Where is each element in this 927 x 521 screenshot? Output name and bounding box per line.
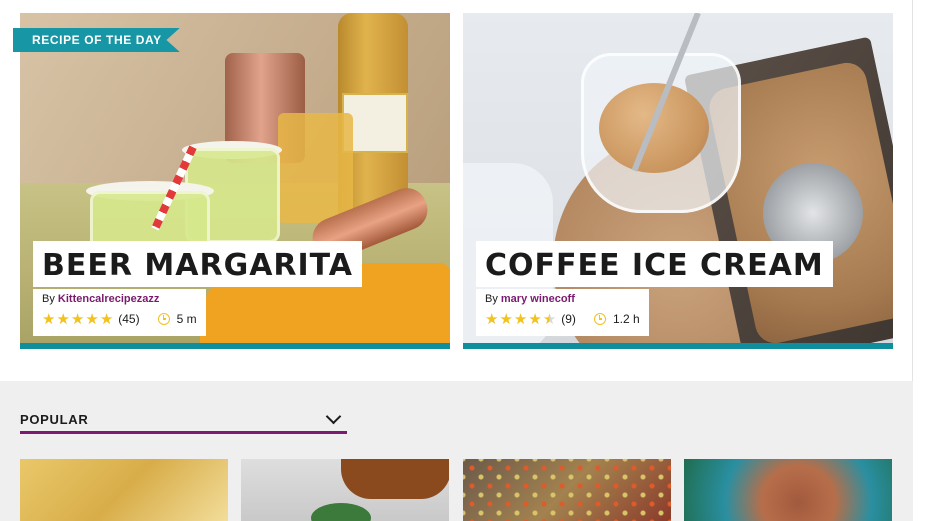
cook-time: 5 m [176,312,197,326]
author-link[interactable]: Kittencalrecipezazz [58,293,159,305]
card-accent-bar [20,343,450,349]
recipe-thumbnail[interactable] [684,459,892,521]
star-icon: ★ [56,311,70,328]
star-icon: ★ [85,311,99,328]
featured-recipe-card-beer-margarita[interactable]: BEER MARGARITA By Kittencalrecipezazz ★ … [20,13,450,349]
scrollbar-track[interactable] [912,0,927,521]
recipe-thumbnail[interactable] [241,459,449,521]
recipe-byline: By mary winecoff [485,291,640,308]
filter-label: POPULAR [20,412,89,427]
recipe-title-box[interactable]: BEER MARGARITA [33,241,363,287]
star-half-icon: ★ [542,311,557,328]
review-count: (45) [118,312,140,326]
star-icon: ★ [485,311,499,328]
recipe-thumbnail[interactable] [463,459,671,521]
card-accent-bar [463,343,893,349]
recipe-title-box[interactable]: COFFEE ICE CREAM [476,241,833,287]
clock-icon [157,313,170,325]
recipe-title[interactable]: BEER MARGARITA [42,247,353,285]
recipe-meta: By mary winecoff ★ ★ ★ ★ ★ (9) 1.2 h [476,289,649,336]
by-prefix: By [42,293,55,305]
star-icon: ★ [70,311,85,328]
star-icon: ★ [499,311,513,328]
recipe-byline: By Kittencalrecipezazz [42,291,197,308]
recipe-title[interactable]: COFFEE ICE CREAM [485,247,824,285]
star-rating: ★ ★ ★ ★ ★ [42,310,113,328]
recipe-stats: ★ ★ ★ ★ ★ (45) 5 m [42,308,197,330]
star-icon: ★ [513,311,528,328]
popular-filter-dropdown[interactable]: POPULAR [20,408,347,434]
by-prefix: By [485,293,498,305]
chevron-down-icon [325,408,342,425]
featured-section: BEER MARGARITA By Kittencalrecipezazz ★ … [0,0,913,381]
recipe-of-the-day-badge: RECIPE OF THE DAY [13,28,180,52]
star-icon: ★ [99,311,114,328]
review-count: (9) [561,312,576,326]
star-rating: ★ ★ ★ ★ ★ [485,310,556,328]
recipe-meta: By Kittencalrecipezazz ★ ★ ★ ★ ★ (45) 5 … [33,289,206,336]
star-icon: ★ [42,311,56,328]
clock-icon [593,313,606,325]
author-link[interactable]: mary winecoff [501,293,575,305]
star-icon: ★ [528,311,542,328]
recipe-thumbnail[interactable] [20,459,228,521]
cook-time: 1.2 h [612,312,640,326]
recipe-stats: ★ ★ ★ ★ ★ (9) 1.2 h [485,308,640,330]
featured-recipe-card-coffee-ice-cream[interactable]: COFFEE ICE CREAM By mary winecoff ★ ★ ★ … [463,13,893,349]
